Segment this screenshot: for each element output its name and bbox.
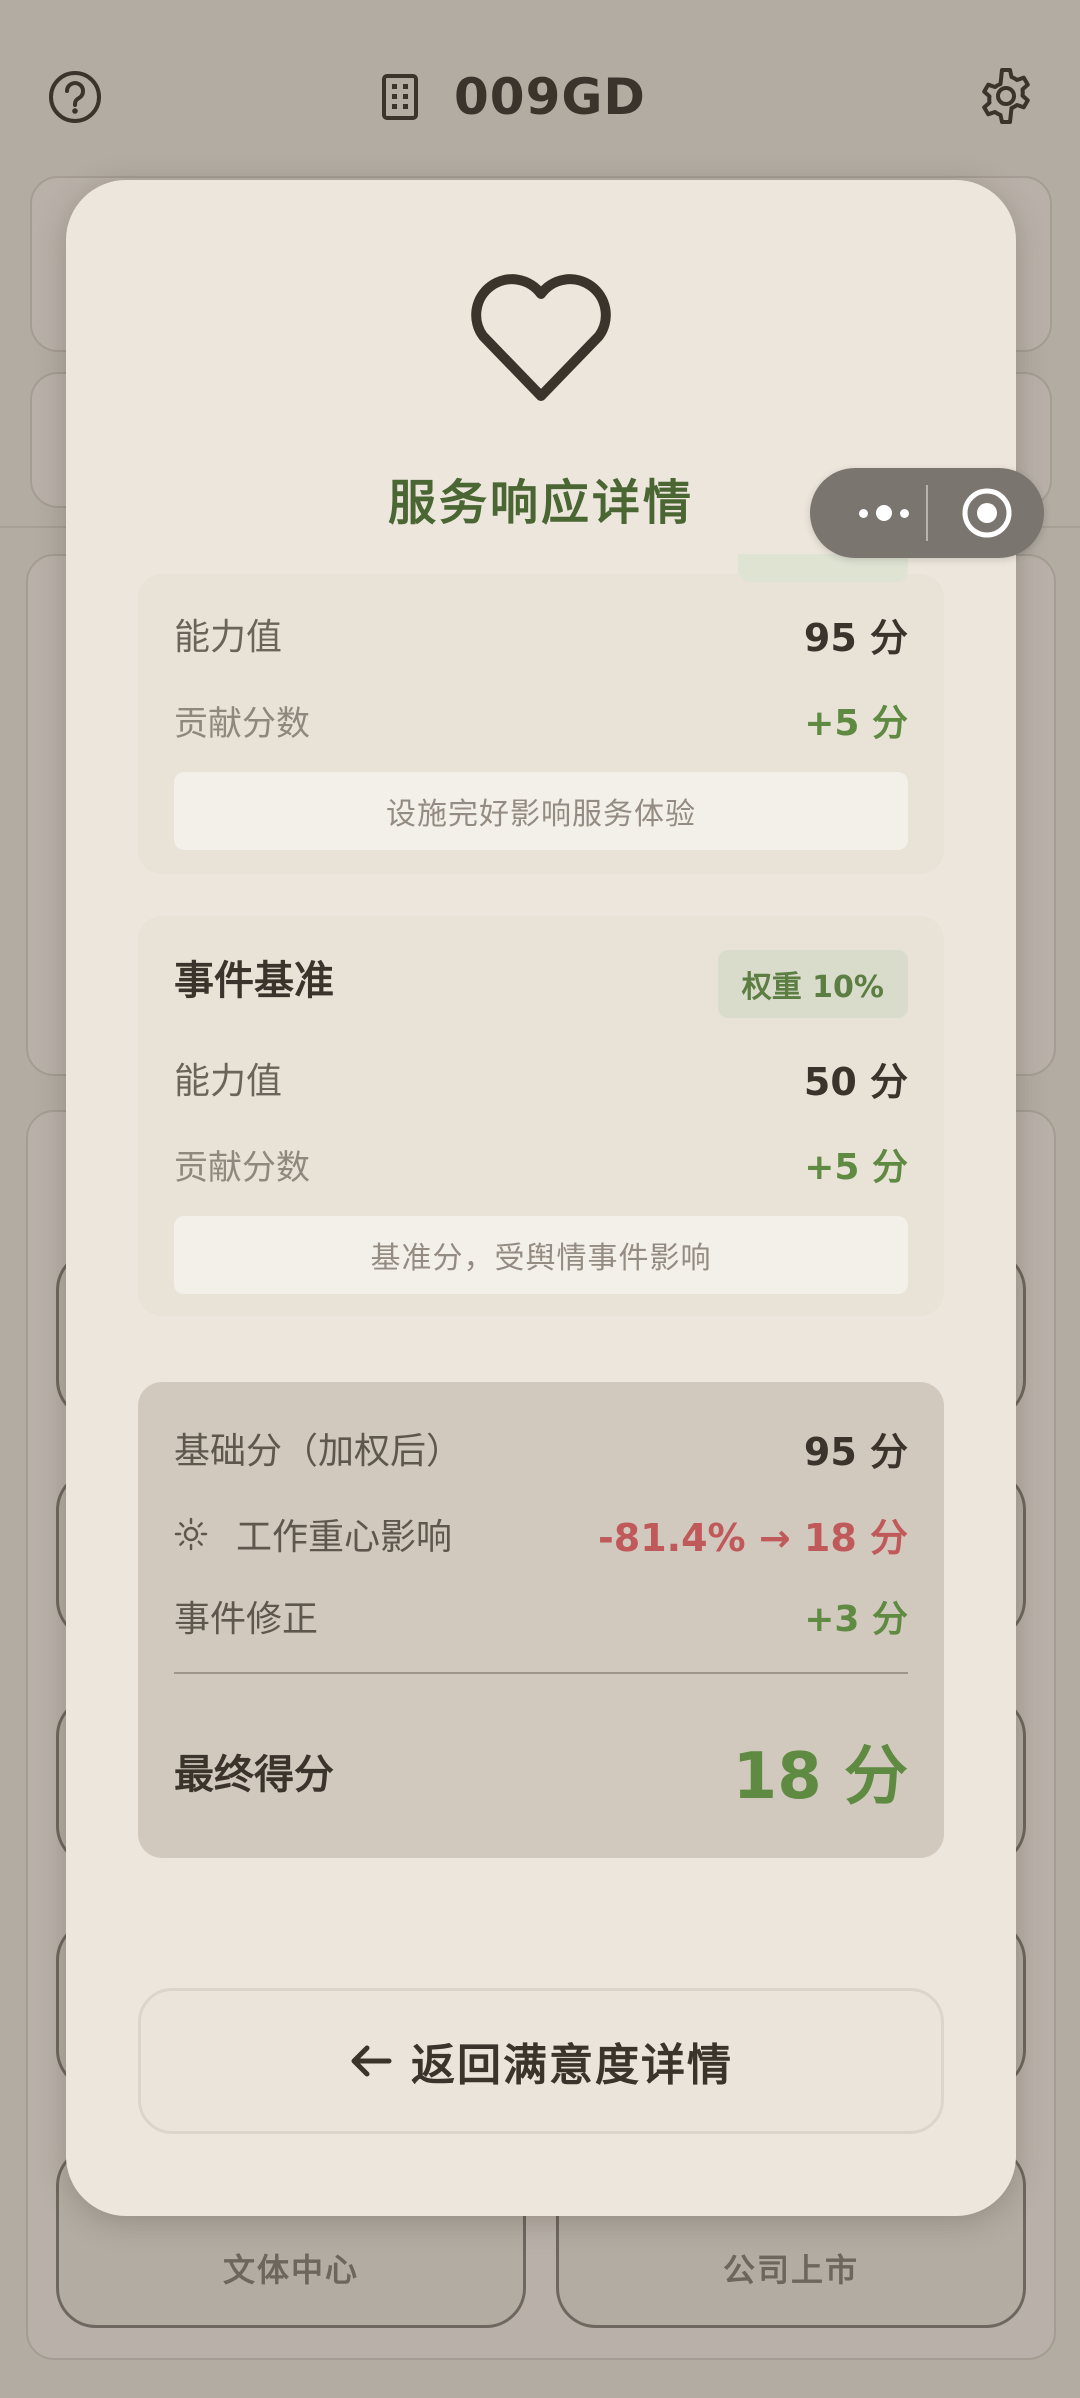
contribution-label: 贡献分数: [174, 703, 310, 744]
back-button-label: 返回满意度详情: [411, 2040, 733, 2091]
contribution-value: +5 分: [804, 1147, 908, 1188]
final-score-value: 18 分: [732, 1740, 908, 1814]
ability-label: 能力值: [174, 617, 283, 658]
ability-row: 能力值 50 分: [174, 1048, 908, 1108]
tile-label: 公司上市: [722, 2251, 859, 2289]
focus-impact-label: 工作重心影响: [236, 1517, 453, 1558]
final-score-label: 最终得分: [174, 1752, 334, 1798]
close-target-icon[interactable]: [960, 486, 1014, 540]
event-baseline-section: 事件基准 权重 10% 能力值 50 分 贡献分数 +5 分 基准分，受舆情事件…: [138, 916, 944, 1316]
tile-label: 文体中心: [222, 2251, 359, 2289]
summary-divider: [174, 1672, 908, 1674]
contribution-label: 贡献分数: [174, 1147, 310, 1188]
heart-icon: [471, 274, 611, 401]
base-score-row: 基础分（加权后） 95 分: [174, 1418, 908, 1478]
focus-impact-row: 工作重心影响 -81.4% → 18 分: [174, 1504, 908, 1564]
building-icon: [382, 74, 418, 120]
base-score-value: 95 分: [803, 1429, 908, 1474]
top-bar: 009GD: [0, 0, 1080, 200]
ability-value: 50 分: [803, 1059, 908, 1104]
ability-value: 95 分: [803, 615, 908, 660]
base-score-label: 基础分（加权后）: [174, 1431, 463, 1472]
facility-note: 设施完好影响服务体验: [174, 772, 908, 850]
event-correction-row: 事件修正 +3 分: [174, 1586, 908, 1646]
weight-badge: [738, 554, 908, 582]
ability-label: 能力值: [174, 1061, 283, 1102]
facility-section: 能力值 95 分 贡献分数 +5 分 设施完好影响服务体验: [138, 554, 944, 874]
event-correction-value: +3 分: [804, 1599, 908, 1640]
contribution-value: +5 分: [804, 703, 908, 744]
more-dots-icon[interactable]: [844, 468, 924, 558]
event-correction-label: 事件修正: [174, 1599, 319, 1640]
contribution-row: 贡献分数 +5 分: [174, 1134, 908, 1194]
final-score-row: 最终得分 18 分: [174, 1728, 908, 1814]
help-icon[interactable]: [48, 70, 102, 124]
focus-impact-label-wrap: 工作重心影响: [174, 1508, 452, 1560]
capsule-divider: [926, 485, 928, 541]
arrow-left-icon: [351, 2045, 392, 2077]
score-summary: 基础分（加权后） 95 分 工作重心影响 -81.4% → 18 分 事件修正 …: [138, 1382, 944, 1858]
section-title: 事件基准: [174, 958, 334, 1004]
gear-icon[interactable]: [976, 66, 1036, 126]
sun-icon: [174, 1517, 208, 1551]
mini-program-capsule: [810, 468, 1044, 558]
company-title: 009GD: [454, 68, 646, 126]
focus-impact-value: -81.4% → 18 分: [597, 1515, 908, 1560]
weight-badge: 权重 10%: [717, 950, 908, 1018]
ability-row: 能力值 95 分: [174, 604, 908, 664]
back-to-satisfaction-button[interactable]: 返回满意度详情: [138, 1988, 944, 2134]
event-note: 基准分，受舆情事件影响: [174, 1216, 908, 1294]
contribution-row: 贡献分数 +5 分: [174, 690, 908, 750]
